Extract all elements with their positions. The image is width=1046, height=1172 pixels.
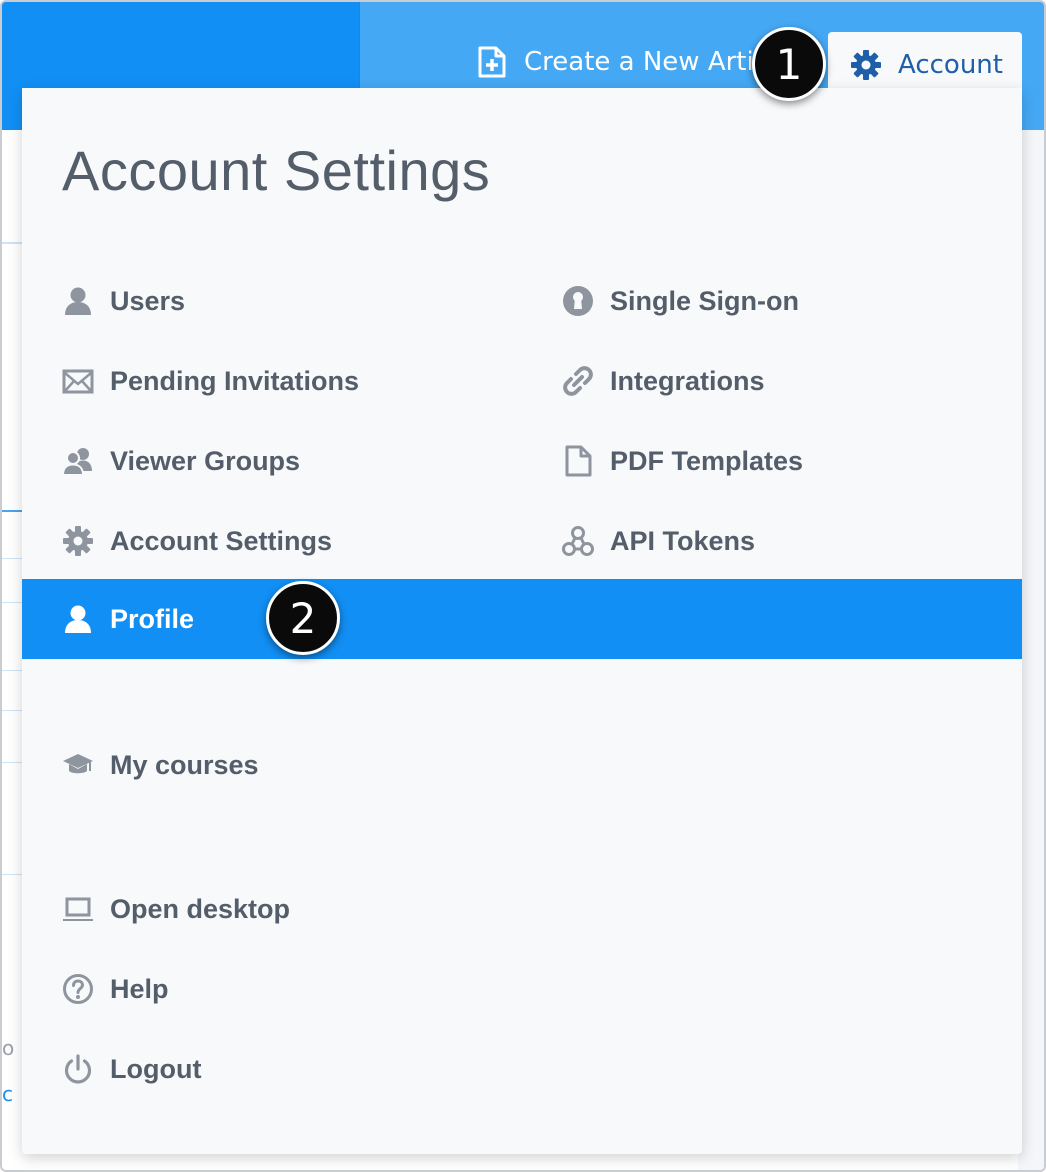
users-icon [62, 448, 92, 476]
menu-item-users[interactable]: Users [22, 261, 185, 341]
account-dropdown-panel: Account Settings Users Pending Invitatio… [22, 88, 1022, 1154]
laptop-icon [63, 897, 93, 921]
new-document-icon [478, 46, 506, 78]
question-circle-icon [63, 974, 93, 1004]
menu-item-logout[interactable]: Logout [22, 1029, 201, 1109]
menu-item-label: Pending Invitations [110, 365, 360, 396]
document-icon [565, 445, 592, 477]
menu-item-pdf-templates[interactable]: PDF Templates [522, 421, 803, 501]
gear-icon [851, 50, 881, 80]
menu-item-label: Single Sign-on [610, 285, 799, 316]
user-icon [65, 287, 91, 315]
menu-item-label: Profile [110, 603, 195, 634]
step-callout-1: 1 [752, 27, 826, 101]
menu-item-viewer-groups[interactable]: Viewer Groups [22, 421, 300, 501]
menu-item-label: Users [110, 285, 186, 316]
menu-item-label: API Tokens [610, 525, 756, 556]
menu-item-label: My courses [110, 749, 259, 780]
menu-item-api-tokens[interactable]: API Tokens [522, 501, 755, 581]
menu-item-label: PDF Templates [610, 445, 804, 476]
create-new-article-label: Create a New Article [524, 47, 768, 77]
panel-title: Account Settings [62, 139, 491, 202]
background-link-fragment[interactable]: c [2, 1082, 13, 1106]
menu-item-label: Viewer Groups [110, 445, 301, 476]
menu-item-single-sign-on[interactable]: Single Sign-on [522, 261, 799, 341]
menu-item-help[interactable]: Help [22, 949, 169, 1029]
menu-item-account-settings[interactable]: Account Settings [22, 501, 332, 581]
keyhole-icon [563, 286, 593, 316]
graduation-cap-icon [63, 754, 93, 774]
user-icon [65, 605, 91, 633]
step-callout-2: 2 [266, 581, 340, 655]
menu-item-open-desktop[interactable]: Open desktop [22, 869, 290, 949]
menu-item-label: Account Settings [110, 525, 333, 556]
menu-item-integrations[interactable]: Integrations [522, 341, 765, 421]
account-menu-label: Account [898, 50, 1003, 80]
menu-item-label: Integrations [610, 365, 765, 396]
gear-icon [63, 526, 93, 556]
menu-item-pending-invitations[interactable]: Pending Invitations [22, 341, 359, 421]
background-text-fragment: o [2, 1036, 15, 1060]
menu-item-label: Open desktop [110, 893, 291, 924]
envelope-icon [62, 369, 94, 394]
menu-item-profile[interactable]: Profile [22, 579, 1022, 659]
menu-item-label: Logout [110, 1053, 202, 1084]
link-icon [563, 366, 593, 396]
menu-item-label: Help [110, 973, 169, 1004]
create-new-article-button[interactable]: Create a New Article [478, 44, 768, 80]
power-icon [64, 1054, 92, 1084]
app-window: o c Create a New Article Account Account… [0, 0, 1046, 1172]
menu-item-my-courses[interactable]: My courses [22, 725, 259, 805]
api-nodes-icon [562, 526, 594, 556]
